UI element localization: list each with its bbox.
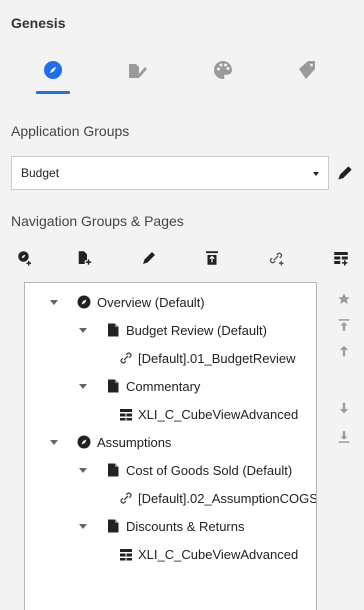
link-icon <box>120 352 132 364</box>
cube-icon <box>120 409 132 421</box>
add-link-button[interactable] <box>264 246 288 270</box>
move-down-button[interactable] <box>332 396 356 420</box>
application-groups-label: Application Groups <box>11 123 130 139</box>
expand-arrow-icon[interactable] <box>50 300 58 305</box>
edit-button[interactable] <box>137 246 161 270</box>
move-up-button[interactable] <box>332 339 356 363</box>
navigation-tree[interactable]: Overview (Default) Budget Review (Default… <box>24 282 317 610</box>
expand-arrow-icon[interactable] <box>79 524 87 529</box>
expand-arrow-icon[interactable] <box>79 384 87 389</box>
expand-arrow-icon[interactable] <box>50 440 58 445</box>
tree-row-label: XLI_C_CubeViewAdvanced <box>138 547 299 562</box>
tree-row-link[interactable]: [Default].02_AssumptionCOGS <box>25 487 316 511</box>
navigation-groups-label: Navigation Groups & Pages <box>11 213 184 229</box>
tree-row-cube[interactable]: XLI_C_CubeViewAdvanced <box>25 543 316 567</box>
palette-icon <box>213 61 232 79</box>
page-icon <box>108 463 119 477</box>
tree-row-group[interactable]: Overview (Default) <box>25 291 316 315</box>
group-icon <box>77 295 91 309</box>
arrow-down-icon <box>339 402 349 414</box>
arrow-up-icon <box>339 345 349 357</box>
move-top-icon <box>338 319 350 331</box>
move-to-bottom-button[interactable] <box>332 425 356 449</box>
edit-icon <box>143 252 155 264</box>
add-group-icon <box>18 251 31 266</box>
add-page-button[interactable] <box>72 246 96 270</box>
page-icon <box>108 519 119 533</box>
tree-row-label: [Default].02_AssumptionCOGS <box>138 491 317 506</box>
link-icon <box>120 492 132 504</box>
star-icon <box>338 293 350 304</box>
tree-row-label: Cost of Goods Sold (Default) <box>126 463 293 478</box>
tree-row-page[interactable]: Cost of Goods Sold (Default) <box>25 459 316 483</box>
application-group-select[interactable]: Budget <box>11 156 329 190</box>
tab-pages-edit[interactable] <box>117 58 157 94</box>
add-cube-view-icon <box>334 252 348 266</box>
navigation-toolbar <box>0 246 364 272</box>
tree-row-label: XLI_C_CubeViewAdvanced <box>138 407 299 422</box>
tag-icon <box>299 61 315 79</box>
tree-row-label: [Default].01_BudgetReview <box>138 351 296 366</box>
expand-arrow-icon[interactable] <box>79 328 87 333</box>
tree-row-page[interactable]: Commentary <box>25 375 316 399</box>
tree-row-link[interactable]: [Default].01_BudgetReview <box>25 347 316 371</box>
page-edit-icon <box>129 64 147 78</box>
add-cube-view-button[interactable] <box>329 246 353 270</box>
tree-row-label: Budget Review (Default) <box>126 323 267 338</box>
tab-bar <box>0 52 364 98</box>
tree-row-label: Discounts & Returns <box>126 519 245 534</box>
favorite-button[interactable] <box>332 287 356 311</box>
compass-icon <box>44 61 62 79</box>
move-to-top-button[interactable] <box>332 313 356 337</box>
delete-icon <box>206 251 218 265</box>
add-group-button[interactable] <box>13 246 37 270</box>
tree-row-label: Commentary <box>126 379 201 394</box>
tree-row-label: Assumptions <box>97 435 172 450</box>
edit-application-group-icon[interactable] <box>335 163 355 183</box>
tree-row-cube[interactable]: XLI_C_CubeViewAdvanced <box>25 403 316 427</box>
group-icon <box>77 435 91 449</box>
page-icon <box>108 323 119 337</box>
add-link-icon <box>269 252 284 266</box>
add-page-icon <box>78 251 92 265</box>
tree-row-page[interactable]: Discounts & Returns <box>25 515 316 539</box>
expand-arrow-icon[interactable] <box>79 468 87 473</box>
move-bottom-icon <box>338 431 350 443</box>
tab-tag[interactable] <box>287 58 327 94</box>
tree-row-page[interactable]: Budget Review (Default) <box>25 319 316 343</box>
application-group-value: Budget <box>21 166 60 180</box>
tree-row-label: Overview (Default) <box>97 295 205 310</box>
active-tab-indicator <box>36 91 70 94</box>
page-icon <box>108 379 119 393</box>
tree-row-group[interactable]: Assumptions <box>25 431 316 455</box>
cube-icon <box>120 549 132 561</box>
app-title: Genesis <box>11 15 66 31</box>
tab-compass[interactable] <box>33 58 73 94</box>
chevron-down-icon <box>313 172 319 176</box>
delete-button[interactable] <box>200 246 224 270</box>
tab-palette[interactable] <box>203 58 243 94</box>
